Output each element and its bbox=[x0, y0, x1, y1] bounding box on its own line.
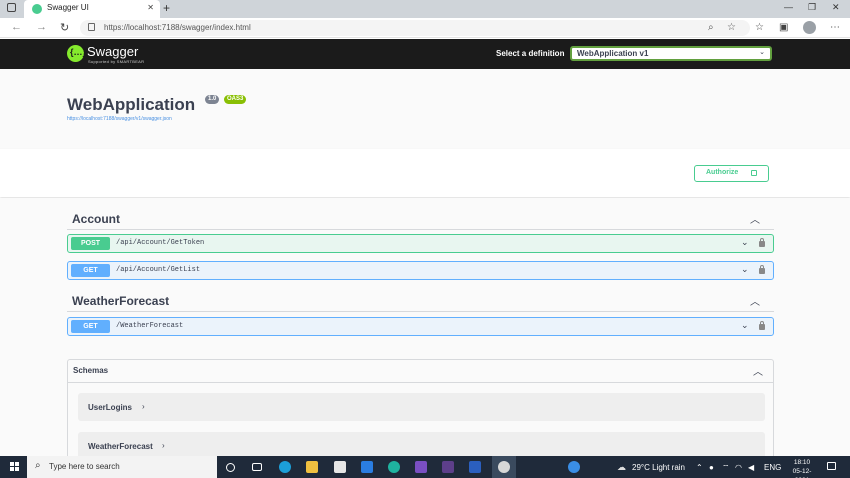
browser-tab-bar: Swagger UI ✕ + — ❐ ✕ bbox=[0, 0, 850, 18]
tag-account[interactable]: Account bbox=[72, 212, 120, 226]
swagger-logo-text: Swagger bbox=[87, 44, 139, 59]
profile-avatar[interactable] bbox=[803, 21, 816, 34]
definition-label: Select a definition bbox=[496, 49, 565, 58]
tag-divider bbox=[67, 311, 774, 312]
address-bar-row: ← → ↻ https://localhost:7188/swagger/ind… bbox=[0, 18, 850, 38]
cortana-icon[interactable] bbox=[226, 463, 235, 472]
clock-date: 05-12-2021 bbox=[792, 468, 812, 478]
wifi-icon[interactable]: ◠ bbox=[735, 463, 742, 472]
refresh-icon[interactable]: ↻ bbox=[60, 21, 69, 34]
lock-icon[interactable] bbox=[88, 23, 95, 31]
windows-taskbar: ⌕ Type here to search ☁ 29°C Light rain … bbox=[0, 456, 850, 478]
maximize-button[interactable]: ❐ bbox=[808, 2, 816, 13]
operation-path: /api/Account/GetToken bbox=[116, 239, 205, 247]
favorites-bar-icon[interactable]: ☆ bbox=[755, 22, 764, 33]
chevron-down-icon[interactable]: ⌄ bbox=[741, 264, 749, 275]
chevron-up-icon[interactable]: ︿ bbox=[750, 211, 760, 226]
chevron-down-icon: ⌄ bbox=[759, 49, 765, 56]
chevron-down-icon[interactable]: ⌄ bbox=[741, 320, 749, 331]
browser-tab[interactable]: Swagger UI ✕ bbox=[24, 0, 160, 18]
tab-actions-icon[interactable] bbox=[7, 3, 16, 12]
chevron-up-icon[interactable]: ︿ bbox=[750, 293, 760, 308]
version-badge: 1.0 bbox=[205, 95, 220, 104]
taskbar-clock[interactable]: 18:10 05-12-2021 bbox=[786, 458, 818, 478]
app-icon[interactable] bbox=[442, 461, 454, 473]
swagger-favicon-icon bbox=[32, 4, 42, 14]
model-userlogins[interactable]: UserLogins › bbox=[78, 393, 765, 421]
url-input[interactable]: https://localhost:7188/swagger/index.htm… bbox=[80, 20, 750, 36]
minimize-button[interactable]: — bbox=[784, 2, 793, 12]
close-window-button[interactable]: ✕ bbox=[832, 2, 840, 13]
weather-text[interactable]: 29°C Light rain bbox=[632, 463, 685, 472]
chevron-up-icon[interactable]: ︿ bbox=[753, 363, 763, 378]
schemas-title[interactable]: Schemas bbox=[73, 366, 108, 375]
schemas-section: Schemas ︿ UserLogins › WeatherForecast › bbox=[67, 359, 774, 460]
search-icon: ⌕ bbox=[35, 460, 41, 471]
taskbar-search-input[interactable]: ⌕ Type here to search bbox=[27, 456, 217, 478]
network-icon[interactable]: ⌔ bbox=[722, 463, 730, 473]
tag-weatherforecast[interactable]: WeatherForecast bbox=[72, 294, 169, 308]
method-badge: GET bbox=[71, 320, 110, 333]
zoom-icon[interactable]: ⌕ bbox=[708, 22, 714, 33]
tab-title: Swagger UI bbox=[47, 3, 89, 12]
operation-path: /WeatherForecast bbox=[116, 322, 184, 330]
oas-badge: OAS3 bbox=[224, 95, 247, 104]
edge-icon[interactable] bbox=[279, 461, 291, 473]
swagger-topbar: {…} Swagger Supported by SMARTBEAR Selec… bbox=[0, 39, 850, 69]
method-badge: POST bbox=[71, 237, 110, 250]
url-text[interactable]: https://localhost:7188/swagger/index.htm… bbox=[104, 23, 251, 32]
model-name: UserLogins bbox=[88, 403, 133, 412]
operation-path: /api/Account/GetList bbox=[116, 266, 201, 274]
notifications-icon[interactable] bbox=[827, 462, 836, 470]
operation-post-gettoken[interactable]: POST /api/Account/GetToken ⌄ bbox=[67, 234, 774, 253]
definition-select[interactable]: WebApplication v1 ⌄ bbox=[570, 46, 772, 61]
back-icon[interactable]: ← bbox=[11, 21, 22, 33]
favorite-icon[interactable]: ☆ bbox=[727, 22, 736, 33]
swagger-logo-subtitle: Supported by SMARTBEAR bbox=[88, 59, 145, 64]
browser-app-icon[interactable] bbox=[498, 461, 510, 473]
chevron-down-icon[interactable]: ⌄ bbox=[741, 237, 749, 248]
api-title: WebApplication bbox=[67, 95, 196, 114]
visual-studio-icon[interactable] bbox=[415, 461, 427, 473]
tray-overflow-icon[interactable]: ⌃ bbox=[696, 463, 703, 472]
tray-app-icon[interactable]: ● bbox=[709, 463, 714, 472]
tab-close-icon[interactable]: ✕ bbox=[147, 3, 154, 12]
lock-icon bbox=[751, 170, 757, 176]
definition-select-value: WebApplication v1 bbox=[577, 49, 649, 58]
dropbox-icon[interactable] bbox=[361, 461, 373, 473]
language-indicator[interactable]: ENG bbox=[764, 463, 781, 472]
authorize-button[interactable]: Authorize bbox=[694, 165, 769, 182]
model-name: WeatherForecast bbox=[88, 442, 153, 451]
mail-icon[interactable] bbox=[334, 461, 346, 473]
lock-icon[interactable] bbox=[759, 238, 765, 247]
swagger-logo-braces: {…} bbox=[70, 47, 87, 57]
lock-icon[interactable] bbox=[759, 321, 765, 330]
chevron-right-icon: › bbox=[162, 441, 165, 450]
tag-divider bbox=[67, 229, 774, 230]
chevron-right-icon: › bbox=[142, 402, 145, 411]
more-menu-icon[interactable]: ⋯ bbox=[830, 22, 840, 33]
new-tab-button[interactable]: + bbox=[163, 1, 170, 15]
clock-time: 18:10 bbox=[793, 459, 811, 466]
collections-icon[interactable]: ▣ bbox=[779, 22, 788, 33]
spec-link[interactable]: https://localhost:7188/swagger/v1/swagge… bbox=[67, 116, 172, 122]
forward-icon[interactable]: → bbox=[36, 21, 47, 33]
weather-icon[interactable]: ☁ bbox=[617, 462, 626, 473]
lock-icon[interactable] bbox=[759, 265, 765, 274]
word-icon[interactable] bbox=[469, 461, 481, 473]
volume-icon[interactable]: ◀ bbox=[748, 463, 754, 472]
taskbar-search-placeholder: Type here to search bbox=[49, 462, 120, 471]
schemas-divider bbox=[68, 382, 773, 383]
operation-get-weatherforecast[interactable]: GET /WeatherForecast ⌄ bbox=[67, 317, 774, 336]
method-badge: GET bbox=[71, 264, 110, 277]
authorize-label: Authorize bbox=[706, 169, 739, 176]
file-explorer-icon[interactable] bbox=[306, 461, 318, 473]
task-view-icon[interactable] bbox=[252, 463, 262, 471]
windows-start-icon[interactable] bbox=[10, 462, 20, 472]
operation-get-getlist[interactable]: GET /api/Account/GetList ⌄ bbox=[67, 261, 774, 280]
edge-beta-icon[interactable] bbox=[388, 461, 400, 473]
app-circle-icon[interactable] bbox=[568, 461, 580, 473]
